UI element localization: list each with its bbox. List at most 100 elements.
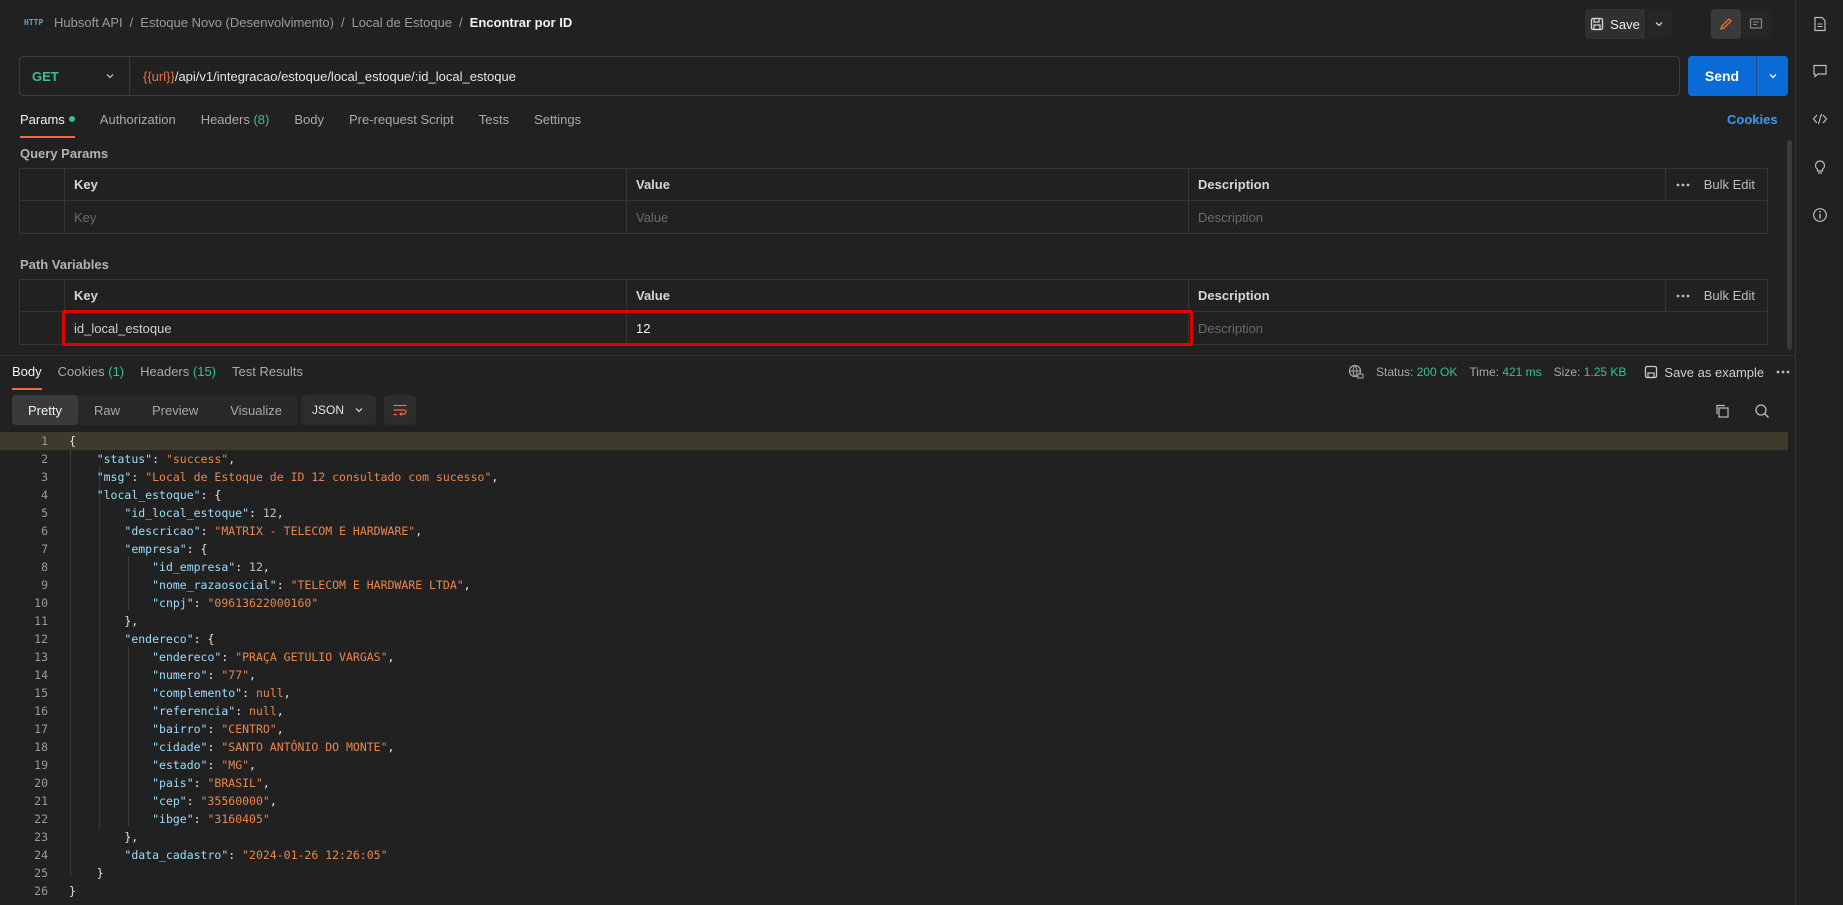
comments-icon[interactable] xyxy=(1810,61,1830,81)
view-visualize[interactable]: Visualize xyxy=(214,395,298,425)
docs-mode-button[interactable] xyxy=(1741,9,1771,39)
tab-label: Pre-request Script xyxy=(348,112,454,127)
value-input[interactable]: Value xyxy=(627,201,1189,233)
status-readout[interactable]: Status: 200 OK xyxy=(1376,365,1457,379)
view-pretty[interactable]: Pretty xyxy=(12,395,78,425)
code-line: 24 "data_cadastro": "2024-01-26 12:26:05… xyxy=(0,846,1788,864)
code-token: : xyxy=(131,470,146,484)
description-header-label: Description xyxy=(1198,177,1270,192)
code-token: , xyxy=(387,740,395,754)
url-input[interactable]: {{url}}/api/v1/integracao/estoque/local_… xyxy=(130,69,516,84)
response-tab-body[interactable]: Body xyxy=(12,364,42,390)
response-tab-test-results[interactable]: Test Results xyxy=(232,364,303,388)
code-token: , xyxy=(276,722,284,736)
line-number: 16 xyxy=(34,704,48,718)
breadcrumb-item-folder[interactable]: Estoque Novo (Desenvolvimento) xyxy=(140,15,334,30)
more-options-icon[interactable] xyxy=(1676,183,1690,187)
tab-settings[interactable]: Settings xyxy=(534,112,581,136)
info-icon[interactable] xyxy=(1810,205,1830,225)
tab-pre-request-script[interactable]: Pre-request Script xyxy=(349,112,454,136)
tab-label: Body xyxy=(12,364,42,379)
send-options-button[interactable] xyxy=(1756,56,1788,96)
code-token: "referencia" xyxy=(152,704,236,718)
tab-tests[interactable]: Tests xyxy=(479,112,509,136)
size-readout[interactable]: Size: 1.25 KB xyxy=(1554,365,1627,379)
copy-icon[interactable] xyxy=(1714,403,1730,419)
pane-divider[interactable] xyxy=(0,355,1795,356)
tab-label: Test Results xyxy=(232,364,303,379)
code-token: , xyxy=(269,794,277,808)
code-token: "MATRIX - TELECOM E HARDWARE" xyxy=(214,524,416,538)
save-icon xyxy=(1591,17,1604,31)
code-token: "nome_razaosocial" xyxy=(152,578,277,592)
time-readout[interactable]: Time: 421 ms xyxy=(1469,365,1541,379)
code-token: : { xyxy=(186,542,208,556)
checkbox-column xyxy=(20,169,65,200)
tab-params[interactable]: Params xyxy=(20,112,75,138)
code-token: : xyxy=(207,722,222,736)
code-token: "local_estoque" xyxy=(96,488,201,502)
code-text: "id_local_estoque": 12, xyxy=(48,506,283,520)
more-options-icon[interactable] xyxy=(1676,294,1690,298)
wrap-lines-button[interactable] xyxy=(384,395,416,425)
request-title[interactable]: Encontrar por ID xyxy=(470,15,573,30)
code-text: "referencia": null, xyxy=(48,704,284,718)
documentation-icon[interactable] xyxy=(1810,14,1830,34)
method-select[interactable]: GET xyxy=(20,57,130,95)
code-token: "msg" xyxy=(96,470,132,484)
globe-network-icon[interactable] xyxy=(1348,364,1364,380)
response-body-code[interactable]: 1{2 "status": "success", 3 "msg": "Local … xyxy=(0,432,1788,900)
code-token: "bairro" xyxy=(152,722,208,736)
line-number: 8 xyxy=(41,560,48,574)
code-line: 13 "endereco": "PRAÇA GETULIO VARGAS", xyxy=(0,648,1788,666)
save-options-button[interactable] xyxy=(1646,9,1672,39)
cookies-count: (1) xyxy=(108,364,125,379)
tab-headers[interactable]: Headers (8) xyxy=(201,112,270,136)
search-icon[interactable] xyxy=(1754,403,1770,419)
edit-mode-button[interactable] xyxy=(1711,9,1741,39)
code-token: : xyxy=(207,668,222,682)
code-snippet-icon[interactable] xyxy=(1810,109,1830,129)
code-text: "descricao": "MATRIX - TELECOM E HARDWAR… xyxy=(48,524,422,538)
url-variable: {{url}} xyxy=(143,68,175,84)
response-tab-headers[interactable]: Headers (15) xyxy=(140,364,216,388)
lightbulb-icon[interactable] xyxy=(1810,157,1830,177)
description-input[interactable]: Description xyxy=(1189,312,1767,344)
save-button[interactable]: Save xyxy=(1585,9,1645,39)
save-as-example-button[interactable]: Save as example xyxy=(1644,365,1764,380)
table-header-row: Key Value Description Bulk Edit xyxy=(20,280,1767,312)
code-text: "numero": "77", xyxy=(48,668,256,682)
code-line: 1{ xyxy=(0,432,1788,450)
request-scrollbar[interactable] xyxy=(1787,140,1792,350)
cookies-link[interactable]: Cookies xyxy=(1727,112,1778,127)
more-options-icon[interactable] xyxy=(1776,370,1790,374)
bulk-edit-button[interactable]: Bulk Edit xyxy=(1704,177,1755,192)
row-checkbox[interactable] xyxy=(20,201,65,233)
size-value: 1.25 KB xyxy=(1583,365,1627,379)
description-input[interactable]: Description xyxy=(1189,201,1767,233)
format-select[interactable]: JSON xyxy=(301,395,376,425)
tab-body[interactable]: Body xyxy=(294,112,324,136)
code-token: , xyxy=(283,686,291,700)
code-token: "complemento" xyxy=(152,686,243,700)
code-token: : xyxy=(193,596,208,610)
status-label: Status: xyxy=(1376,365,1414,379)
breadcrumb-separator: / xyxy=(340,15,345,30)
view-preview[interactable]: Preview xyxy=(136,395,214,425)
send-button[interactable]: Send xyxy=(1688,56,1756,96)
bulk-edit-button[interactable]: Bulk Edit xyxy=(1704,288,1755,303)
code-token: "BRASIL" xyxy=(207,776,263,790)
key-input[interactable]: Key xyxy=(65,201,627,233)
line-number: 18 xyxy=(34,740,48,754)
response-tab-cookies[interactable]: Cookies (1) xyxy=(58,364,124,388)
tab-authorization[interactable]: Authorization xyxy=(100,112,176,136)
code-text: { xyxy=(48,434,76,448)
code-token: "id_local_estoque" xyxy=(124,506,250,520)
breadcrumb-item-collection[interactable]: Hubsoft API xyxy=(54,15,123,30)
url-bar: GET {{url}}/api/v1/integracao/estoque/lo… xyxy=(19,56,1680,96)
breadcrumb-item-subfolder[interactable]: Local de Estoque xyxy=(352,15,452,30)
code-text: "endereco": { xyxy=(48,632,214,646)
view-raw[interactable]: Raw xyxy=(78,395,136,425)
